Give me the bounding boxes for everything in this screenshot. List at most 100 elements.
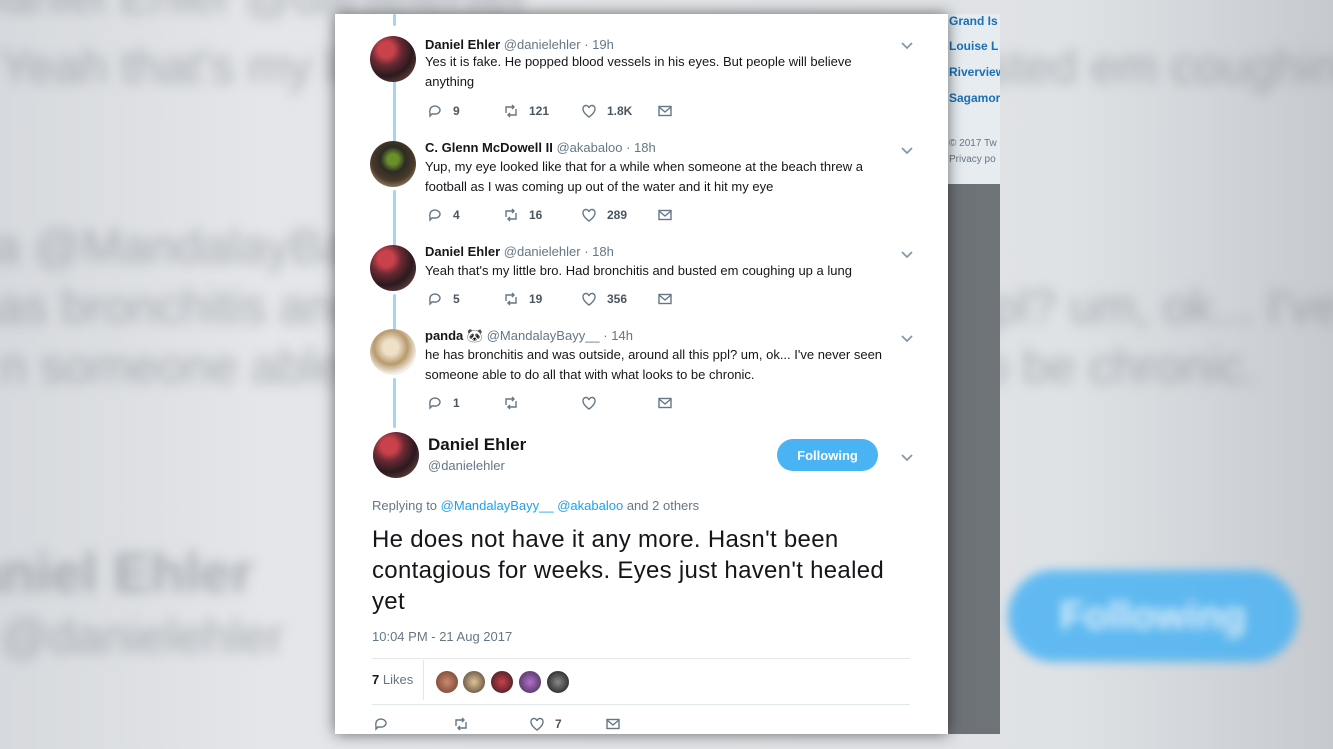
retweet-icon xyxy=(505,396,517,410)
chevron-down-icon[interactable] xyxy=(900,331,914,345)
thread-line xyxy=(393,378,396,428)
sidebar-footer: © 2017 Tw xyxy=(949,138,997,149)
sidebar-footer[interactable]: Privacy po xyxy=(949,152,996,168)
tweet-header: Daniel Ehler @danielehler · 19h xyxy=(425,37,614,52)
user-name[interactable]: C. Glenn McDowell II xyxy=(425,140,553,155)
user-name[interactable]: Daniel Ehler xyxy=(425,244,500,259)
user-handle[interactable]: @danielehler xyxy=(428,458,505,473)
sidebar-link[interactable]: Riverview xyxy=(949,65,1000,79)
user-handle[interactable]: @akabaloo xyxy=(556,140,622,155)
retweet-button[interactable]: 19 xyxy=(503,291,542,307)
retweet-count: 121 xyxy=(529,104,550,118)
like-icon xyxy=(582,396,596,410)
like-count: 1.8K xyxy=(607,104,633,118)
dm-button[interactable] xyxy=(657,291,673,307)
like-button[interactable]: 289 xyxy=(581,207,627,223)
reply-icon xyxy=(429,293,441,306)
tweet-time[interactable]: · 18h xyxy=(626,140,656,155)
user-name[interactable]: panda xyxy=(425,328,463,343)
liker-avatar[interactable] xyxy=(435,670,459,694)
like-icon xyxy=(582,208,596,222)
tweet-time[interactable]: · 18h xyxy=(584,244,614,259)
mention-link[interactable]: @akabaloo xyxy=(557,498,623,513)
reply-button[interactable] xyxy=(373,716,389,732)
retweet-icon xyxy=(455,717,467,731)
tweet-time[interactable]: · 14h xyxy=(603,328,633,343)
retweet-button[interactable]: 16 xyxy=(503,207,542,223)
liker-avatar[interactable] xyxy=(462,670,486,694)
replying-prefix: Replying to xyxy=(372,498,438,513)
liker-avatar[interactable] xyxy=(518,670,542,694)
retweet-count: 16 xyxy=(529,208,543,222)
like-button[interactable] xyxy=(581,395,607,411)
like-icon xyxy=(582,292,596,306)
right-sidebar: Grand Is Louise L Riverview Sagamore © 2… xyxy=(948,14,1000,734)
user-name[interactable]: Daniel Ehler xyxy=(425,37,500,52)
reply-button[interactable]: 5 xyxy=(427,291,460,307)
chevron-down-icon[interactable] xyxy=(900,247,914,261)
like-button[interactable]: 7 xyxy=(529,716,562,732)
user-handle[interactable]: @danielehler xyxy=(504,244,581,259)
reply-icon xyxy=(429,105,441,118)
panda-emoji: 🐼 xyxy=(466,328,484,343)
tweet-text: he has bronchitis and was outside, aroun… xyxy=(425,347,883,382)
dm-button[interactable] xyxy=(605,716,621,732)
reply-button[interactable]: 9 xyxy=(427,103,460,119)
divider xyxy=(372,658,910,659)
dm-icon xyxy=(658,209,672,221)
reply-count: 4 xyxy=(453,208,460,222)
dm-button[interactable] xyxy=(657,207,673,223)
dm-icon xyxy=(658,397,672,409)
retweet-icon xyxy=(505,208,517,222)
dm-button[interactable] xyxy=(657,395,673,411)
like-button[interactable]: 356 xyxy=(581,291,627,307)
likes-stat[interactable]: 7 Likes xyxy=(372,672,413,687)
like-button[interactable]: 1.8K xyxy=(581,103,632,119)
dm-button[interactable] xyxy=(657,103,673,119)
avatar[interactable] xyxy=(373,432,419,478)
tweet-time[interactable]: · 19h xyxy=(584,37,614,52)
tweet-timestamp[interactable]: 10:04 PM - 21 Aug 2017 xyxy=(372,629,512,644)
thread-line xyxy=(393,80,396,146)
others-link[interactable]: and 2 others xyxy=(627,498,699,513)
divider xyxy=(372,704,910,705)
chevron-down-icon[interactable] xyxy=(900,450,914,464)
sidebar-link[interactable]: Louise L xyxy=(949,39,998,53)
user-name[interactable]: Daniel Ehler xyxy=(428,435,526,455)
sidebar-link[interactable]: Sagamore xyxy=(949,91,1000,105)
thread-line xyxy=(393,294,396,334)
following-button[interactable]: Following xyxy=(777,439,878,471)
retweet-button[interactable]: 121 xyxy=(503,103,549,119)
dm-icon xyxy=(658,293,672,305)
dm-icon xyxy=(658,105,672,117)
avatar[interactable] xyxy=(370,245,416,291)
user-handle[interactable]: @MandalayBayy__ xyxy=(487,328,600,343)
like-icon xyxy=(530,717,544,731)
like-count: 7 xyxy=(555,717,562,731)
retweet-button[interactable] xyxy=(503,395,529,411)
mention-link[interactable]: @MandalayBayy__ xyxy=(441,498,554,513)
thread-line xyxy=(393,14,396,26)
reply-count: 1 xyxy=(453,396,460,410)
like-count: 289 xyxy=(607,208,628,222)
sidebar-link[interactable]: Grand Is xyxy=(949,14,998,28)
liker-avatar[interactable] xyxy=(490,670,514,694)
reply-icon xyxy=(429,209,441,222)
retweet-icon xyxy=(505,104,517,118)
reply-button[interactable]: 1 xyxy=(427,395,460,411)
chevron-down-icon[interactable] xyxy=(900,38,914,52)
chevron-down-icon[interactable] xyxy=(900,143,914,157)
user-handle[interactable]: @danielehler xyxy=(504,37,581,52)
avatar[interactable] xyxy=(370,141,416,187)
retweet-button[interactable] xyxy=(453,716,469,732)
reply-button[interactable]: 4 xyxy=(427,207,460,223)
like-icon xyxy=(582,104,596,118)
tweet-header: Daniel Ehler @danielehler · 18h xyxy=(425,244,614,259)
avatar[interactable] xyxy=(370,329,416,375)
tweet-thread-panel: Daniel Ehler @danielehler · 19h Yes it i… xyxy=(335,14,948,734)
avatar[interactable] xyxy=(370,36,416,82)
replying-to: Replying to @MandalayBayy__ @akabaloo an… xyxy=(372,498,699,513)
tweet-header: C. Glenn McDowell II @akabaloo · 18h xyxy=(425,140,656,155)
bg-text-line: aniel Ehler xyxy=(0,541,254,604)
liker-avatar[interactable] xyxy=(546,670,570,694)
